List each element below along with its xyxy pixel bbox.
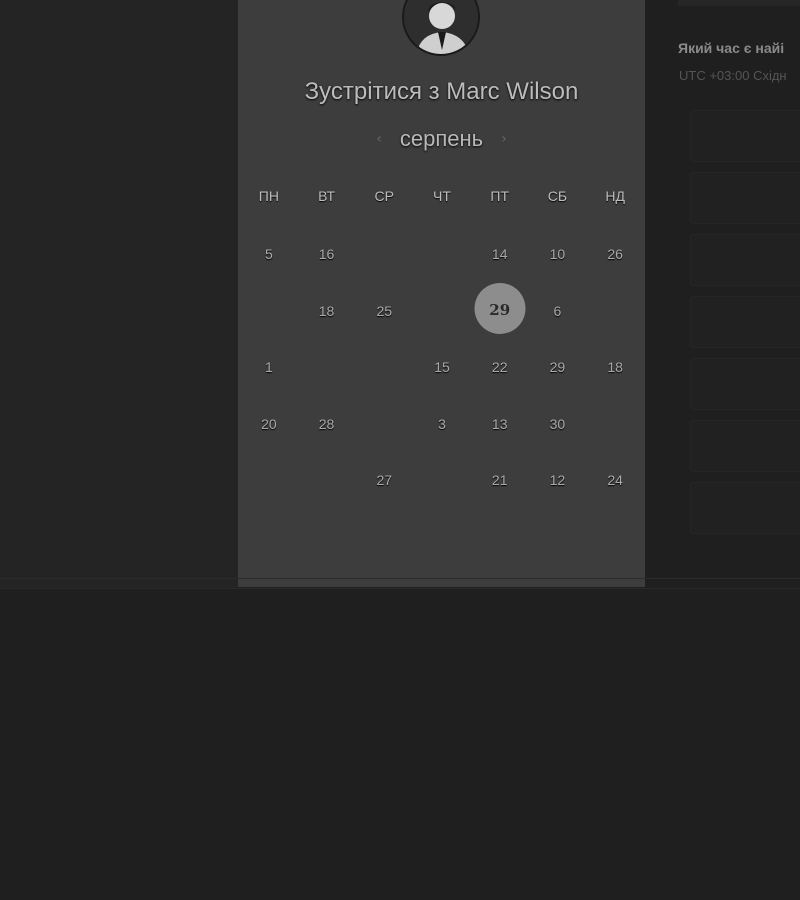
calendar-day[interactable]: 15 [413, 339, 471, 396]
time-question-heading: Який час є найі [678, 40, 785, 56]
day-number: 25 [376, 302, 393, 319]
calendar-day[interactable]: 22 [471, 339, 529, 396]
calendar-day[interactable]: 5 [240, 226, 298, 283]
day-number: 18 [318, 302, 335, 319]
panel-top-divider [678, 0, 800, 6]
calendar-day [355, 396, 413, 453]
calendar-day [298, 452, 356, 509]
timezone-label[interactable]: UTC +03:00 Східн [679, 68, 787, 83]
calendar-day[interactable]: 14 [471, 226, 529, 283]
time-slot[interactable] [690, 234, 800, 286]
time-slot[interactable] [690, 482, 800, 534]
calendar-day[interactable]: 13 [471, 396, 529, 453]
calendar-day [240, 452, 298, 509]
calendar-day [240, 283, 298, 340]
day-number: 5 [264, 246, 273, 263]
weekday-header: ПН ВТ СР ЧТ ПТ СБ НД [240, 188, 644, 204]
calendar-day[interactable]: 18 [586, 339, 644, 396]
time-slot[interactable] [690, 172, 800, 224]
divider [0, 588, 800, 589]
weekday-label: ПН [258, 188, 279, 204]
calendar-day[interactable]: 26 [586, 226, 644, 283]
time-slot[interactable] [690, 110, 800, 162]
day-number: 26 [607, 246, 623, 263]
calendar-day[interactable]: 25 [355, 283, 413, 340]
calendar-day[interactable]: 30 [529, 396, 587, 453]
calendar-day [298, 339, 356, 396]
calendar-day [413, 452, 471, 509]
day-number: 22 [491, 359, 508, 376]
month-navigation: ‹ серпень › [238, 126, 645, 152]
time-slot[interactable] [690, 296, 800, 348]
divider [0, 578, 800, 579]
weekday-label: ПТ [490, 188, 510, 204]
calendar-day[interactable]: 6 [529, 283, 587, 340]
calendar-day [413, 226, 471, 283]
calendar-day[interactable]: 18 [298, 283, 356, 340]
calendar-day[interactable]: 28 [298, 396, 356, 453]
calendar-day[interactable]: 12 [529, 452, 587, 509]
day-number: 29 [549, 359, 566, 376]
selected-day[interactable]: 29 [471, 283, 529, 340]
calendar-day [586, 283, 644, 340]
day-number: 14 [491, 246, 508, 263]
day-number: 16 [318, 246, 335, 263]
day-number: 3 [438, 415, 446, 432]
calendar-day [355, 226, 413, 283]
weekday-label: ЧТ [433, 188, 451, 204]
weekday-label: НД [605, 188, 625, 204]
time-slot[interactable] [690, 420, 800, 472]
day-number: 13 [491, 415, 508, 432]
weekday-label: ВТ [318, 188, 336, 204]
chevron-right-icon[interactable]: › [501, 131, 507, 147]
day-number: 12 [549, 472, 566, 489]
day-number: 1 [264, 359, 273, 376]
day-number: 28 [318, 415, 335, 432]
time-slot-panel: Який час є найі UTC +03:00 Східн [645, 0, 800, 588]
calendar-day [586, 396, 644, 453]
calendar-days-grid: 5 16 14 10 26 18 25 29 6 1 15 22 29 18 20 28 3 13 30 27 21 12… [240, 226, 644, 509]
weekday-label: СР [374, 188, 394, 204]
chevron-left-icon[interactable]: ‹ [376, 131, 382, 147]
meeting-title: Зустрітися з Marc Wilson [304, 78, 579, 105]
calendar-day[interactable]: 29 [529, 339, 587, 396]
month-label: серпень [399, 126, 484, 151]
calendar-day[interactable]: 27 [355, 452, 413, 509]
calendar-day[interactable]: 10 [529, 226, 587, 283]
day-number: 29 [489, 300, 511, 319]
day-number: 27 [376, 472, 393, 489]
day-number: 20 [261, 415, 277, 432]
calendar-day[interactable]: 16 [298, 226, 356, 283]
day-number: 30 [549, 415, 566, 432]
calendar-day[interactable]: 1 [240, 339, 298, 396]
time-slot[interactable] [690, 358, 800, 410]
calendar-day[interactable]: 20 [240, 396, 298, 453]
left-backdrop [0, 0, 238, 588]
calendar-day [413, 283, 471, 340]
calendar-day[interactable]: 21 [471, 452, 529, 509]
day-number: 21 [491, 472, 508, 489]
calendar-day[interactable]: 24 [586, 452, 644, 509]
day-number: 15 [434, 359, 450, 376]
day-number: 6 [553, 302, 562, 319]
calendar-day[interactable]: 3 [413, 396, 471, 453]
day-number: 18 [607, 359, 623, 376]
day-number: 24 [607, 472, 623, 489]
weekday-label: СБ [547, 188, 568, 204]
calendar-day [355, 339, 413, 396]
day-number: 10 [549, 246, 566, 263]
scheduler-page: Зустрітися з Marc Wilson ‹ серпень › ПН … [0, 0, 800, 900]
